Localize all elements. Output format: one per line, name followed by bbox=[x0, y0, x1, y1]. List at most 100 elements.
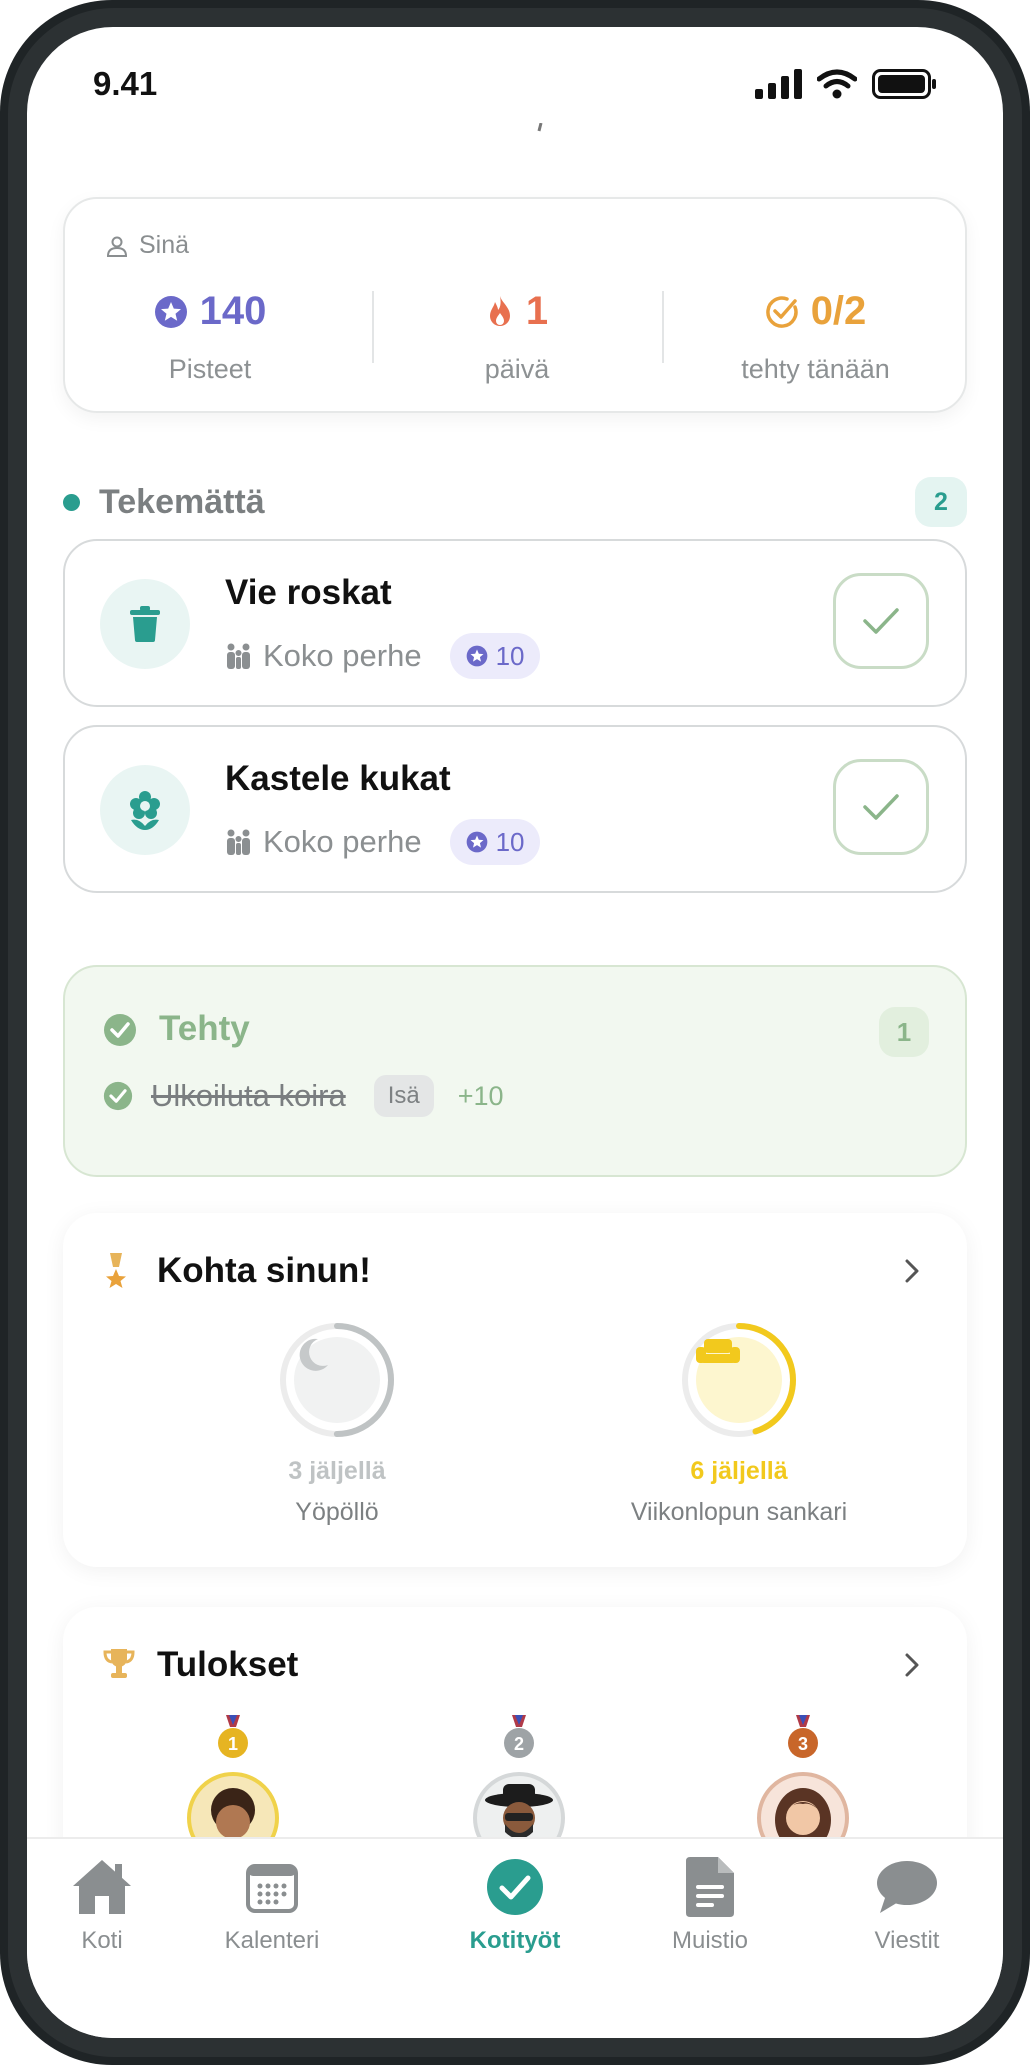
achievement-name: Viikonlopun sankari bbox=[630, 1498, 848, 1526]
star-badge-icon bbox=[466, 831, 487, 853]
streak-metric: 1 päivä bbox=[372, 289, 662, 385]
achievement-name: Yöpöllö bbox=[295, 1498, 379, 1526]
done-item-points: +10 bbox=[457, 1080, 504, 1111]
achievement-remaining: 3 jäljellä bbox=[288, 1457, 386, 1485]
checkmark-icon bbox=[863, 794, 899, 820]
achievements-title: Kohta sinun! bbox=[157, 1251, 371, 1290]
done-item-title: Ulkoiluta koira bbox=[151, 1078, 346, 1113]
points-metric: 140 Pisteet bbox=[65, 289, 355, 385]
wifi-icon bbox=[817, 69, 857, 99]
complete-task-button[interactable] bbox=[833, 759, 929, 855]
task-card[interactable]: Vie roskat Koko perhe 10 bbox=[63, 539, 967, 707]
todo-count-badge: 2 bbox=[915, 477, 967, 527]
points-badge: 10 bbox=[449, 819, 541, 865]
tab-koti[interactable]: Koti bbox=[27, 1855, 177, 1955]
today-metric: 0/2 tehty tänään bbox=[662, 289, 969, 385]
family-icon bbox=[227, 829, 250, 855]
todo-title: Tekemättä bbox=[99, 483, 265, 521]
status-bar: 9.41 bbox=[27, 27, 1003, 137]
done-title: Tehty bbox=[159, 1009, 250, 1048]
done-count-badge: 1 bbox=[879, 1007, 929, 1057]
rank-number: 1 bbox=[228, 1734, 238, 1754]
progress-ring bbox=[278, 1321, 396, 1439]
points-badge-value: 10 bbox=[495, 640, 525, 671]
task-card[interactable]: Kastele kukat Koko perhe 10 bbox=[63, 725, 967, 893]
chevron-right-icon[interactable] bbox=[903, 1257, 921, 1285]
section-dot bbox=[63, 494, 80, 511]
medal-icon bbox=[106, 1253, 126, 1288]
points-label: Pisteet bbox=[168, 354, 252, 384]
achievement-item[interactable]: 3 jäljellä Yöpöllö bbox=[187, 1321, 487, 1527]
status-time: 9.41 bbox=[93, 65, 158, 102]
profile-label-text: Sinä bbox=[139, 231, 190, 259]
sofa-icon bbox=[696, 1339, 740, 1363]
points-badge: 10 bbox=[449, 633, 541, 679]
tab-label: Muistio bbox=[671, 1927, 749, 1954]
trophy-icon bbox=[103, 1649, 135, 1678]
tab-label: Koti bbox=[81, 1927, 123, 1954]
tab-label: Kalenteri bbox=[224, 1927, 320, 1954]
trash-icon bbox=[130, 606, 160, 642]
tab-label: Viestit bbox=[874, 1927, 940, 1954]
results-title: Tulokset bbox=[157, 1645, 299, 1684]
points-value: 140 bbox=[199, 289, 267, 333]
battery-icon bbox=[872, 69, 936, 99]
note-icon bbox=[686, 1857, 734, 1917]
points-badge-value: 10 bbox=[495, 826, 525, 857]
signal-icon bbox=[755, 69, 802, 99]
task-meta: Koko perhe 10 bbox=[225, 819, 541, 865]
rank-number: 3 bbox=[798, 1734, 808, 1754]
done-item[interactable]: Ulkoiluta koira Isä +10 bbox=[103, 1075, 504, 1117]
achievement-remaining: 6 jäljellä bbox=[690, 1457, 788, 1485]
chat-icon bbox=[877, 1861, 937, 1913]
task-title: Kastele kukat bbox=[225, 759, 451, 798]
tab-kalenteri[interactable]: Kalenteri bbox=[197, 1855, 347, 1955]
moon-icon bbox=[299, 1338, 328, 1371]
user-icon bbox=[106, 236, 128, 257]
scroll-hint bbox=[27, 122, 1003, 134]
achievement-icon-wrap bbox=[294, 1337, 380, 1423]
check-circle-icon bbox=[103, 1081, 133, 1111]
today-value: 0/2 bbox=[810, 289, 867, 333]
achievement-icon-wrap bbox=[696, 1337, 782, 1423]
today-label: tehty tänään bbox=[741, 354, 890, 384]
tab-label: Kotityöt bbox=[469, 1927, 561, 1954]
progress-ring bbox=[680, 1321, 798, 1439]
tab-kotityot[interactable]: Kotityöt bbox=[440, 1855, 590, 1955]
profile-stats-card: Sinä 140 Pisteet 1 päivä 0/2 tehty tänää… bbox=[63, 197, 967, 413]
achievement-item[interactable]: 6 jäljellä Viikonlopun sankari bbox=[589, 1321, 889, 1527]
achievements-panel[interactable]: Kohta sinun! 3 jäljellä Yöpöllö 6 jäljel… bbox=[63, 1213, 967, 1567]
done-item-who: Isä bbox=[373, 1075, 434, 1117]
flame-icon bbox=[489, 295, 510, 326]
checkmark-icon bbox=[863, 608, 899, 634]
star-badge-icon bbox=[466, 645, 487, 667]
check-circle-icon bbox=[104, 1014, 136, 1046]
task-icon-wrap bbox=[100, 765, 190, 855]
chevron-right-icon[interactable] bbox=[903, 1651, 921, 1679]
task-assignee: Koko perhe bbox=[263, 638, 422, 673]
check-circle-icon bbox=[487, 1859, 543, 1915]
gold-medal-icon: 1 bbox=[218, 1715, 248, 1758]
task-icon-wrap bbox=[100, 579, 190, 669]
tab-bar: Koti Kalenteri Kotityöt Muistio Viestit bbox=[27, 1837, 1003, 2038]
task-assignee: Koko perhe bbox=[263, 824, 422, 859]
streak-label: päivä bbox=[484, 354, 550, 384]
complete-task-button[interactable] bbox=[833, 573, 929, 669]
silver-medal-icon: 2 bbox=[504, 1715, 534, 1758]
home-icon bbox=[73, 1860, 131, 1914]
task-title: Vie roskat bbox=[225, 573, 392, 612]
family-icon bbox=[227, 643, 250, 669]
star-badge-icon bbox=[154, 295, 187, 328]
bronze-medal-icon: 3 bbox=[788, 1715, 818, 1758]
tab-muistio[interactable]: Muistio bbox=[635, 1855, 785, 1955]
check-circle-icon bbox=[765, 295, 798, 328]
done-section: Tehty 1 Ulkoiluta koira Isä +10 bbox=[63, 965, 967, 1177]
rank-number: 2 bbox=[514, 1734, 524, 1754]
flower-icon bbox=[130, 791, 160, 830]
todo-section-header: Tekemättä 2 bbox=[63, 477, 967, 531]
app-screen: 9.41 Sinä 140 Pisteet 1 päivä 0/2 tehty … bbox=[27, 27, 1003, 2038]
streak-value: 1 bbox=[525, 289, 549, 333]
profile-label: Sinä bbox=[105, 231, 189, 260]
calendar-icon bbox=[246, 1864, 298, 1913]
tab-viestit[interactable]: Viestit bbox=[832, 1855, 982, 1955]
